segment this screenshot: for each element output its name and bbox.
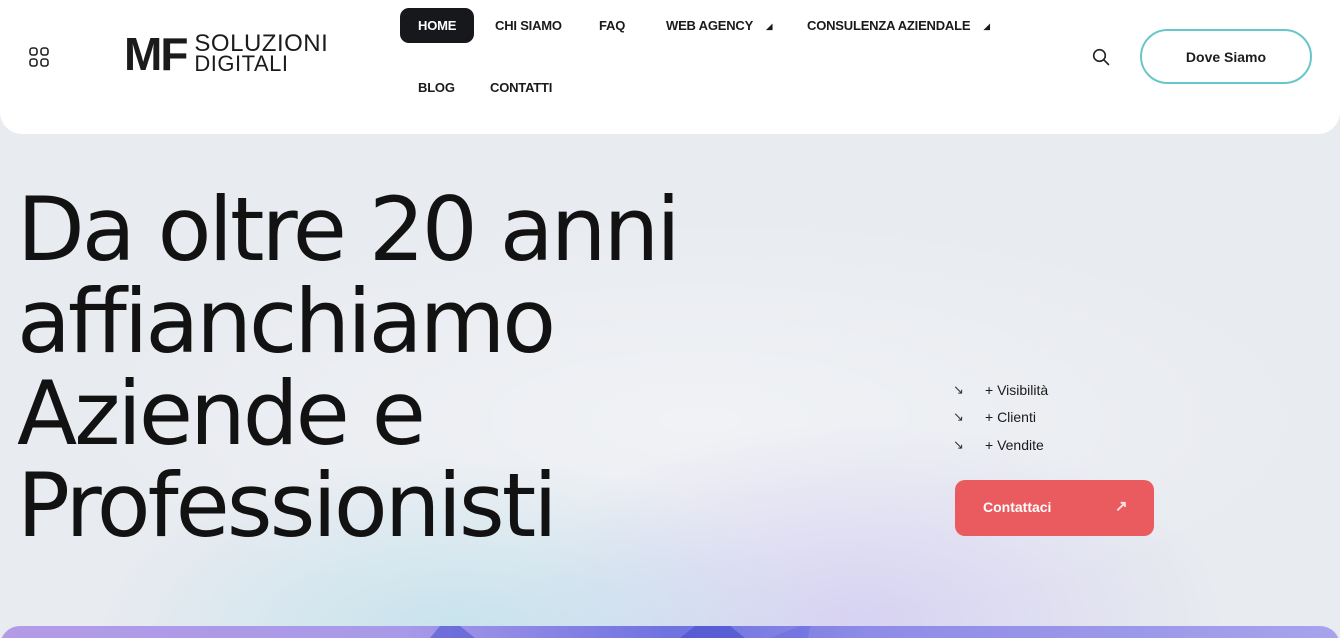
nav-label: CHI SIAMO xyxy=(495,18,562,33)
caret-down-icon: ◢ xyxy=(983,22,990,32)
nav-item-contatti[interactable]: CONTATTI xyxy=(490,80,552,95)
benefit-list: ↘ + Visibilità ↘ + Clienti ↘ + Vendite xyxy=(953,376,1048,459)
nav-label: BLOG xyxy=(418,80,455,95)
nav-label: WEB AGENCY xyxy=(666,18,753,33)
search-icon[interactable] xyxy=(1092,48,1110,66)
nav-item-web-agency[interactable]: WEB AGENCY ◢ xyxy=(666,18,772,33)
contattaci-label: Contattaci xyxy=(983,499,1052,515)
hero-title: Da oltre 20 anni affianchiamo Aziende e … xyxy=(17,184,777,552)
grid-menu-icon[interactable] xyxy=(29,47,49,67)
nav-item-blog[interactable]: BLOG xyxy=(418,80,455,95)
benefit-item: ↘ + Visibilità xyxy=(953,376,1048,404)
nav-label: FAQ xyxy=(599,18,626,33)
logo-line-2: DIGITALI xyxy=(194,51,289,76)
main-nav: HOME CHI SIAMO FAQ WEB AGENCY ◢ CONSULEN… xyxy=(400,8,1040,108)
logo-mark: MF xyxy=(124,28,188,80)
nav-label: HOME xyxy=(418,18,457,33)
arrow-down-right-icon: ↘ xyxy=(953,436,964,452)
benefit-item: ↘ + Vendite xyxy=(953,431,1048,459)
site-header: MF SOLUZIONI DIGITALI HOME CHI SIAMO FAQ… xyxy=(0,0,1340,134)
nav-item-faq[interactable]: FAQ xyxy=(599,18,625,33)
nav-item-consulenza-aziendale[interactable]: CONSULENZA AZIENDALE ◢ xyxy=(807,18,990,33)
benefit-label: + Clienti xyxy=(985,409,1036,426)
hero-title-line: Da oltre 20 anni xyxy=(17,178,681,281)
hero-title-line: Professionisti xyxy=(17,454,558,557)
caret-down-icon: ◢ xyxy=(766,22,773,32)
benefit-label: + Vendite xyxy=(985,436,1044,453)
contattaci-button[interactable]: Contattaci ↗ xyxy=(955,480,1154,536)
arrow-down-right-icon: ↘ xyxy=(953,409,964,425)
hero-title-line: Aziende e xyxy=(17,362,426,465)
arrow-up-right-icon: ↗ xyxy=(1115,498,1128,515)
nav-label: CONTATTI xyxy=(490,80,553,95)
site-logo[interactable]: MF SOLUZIONI DIGITALI xyxy=(124,28,328,80)
nav-item-chi-siamo[interactable]: CHI SIAMO xyxy=(495,18,562,33)
nav-label: CONSULENZA AZIENDALE xyxy=(807,18,971,33)
abstract-shape-decoration xyxy=(430,626,810,638)
dove-siamo-button[interactable]: Dove Siamo xyxy=(1140,29,1312,84)
logo-text: SOLUZIONI DIGITALI xyxy=(194,32,328,76)
benefit-label: + Visibilità xyxy=(985,381,1049,398)
arrow-down-right-icon: ↘ xyxy=(953,381,964,397)
benefit-item: ↘ + Clienti xyxy=(953,404,1048,432)
nav-item-home[interactable]: HOME xyxy=(400,8,475,43)
dove-siamo-label: Dove Siamo xyxy=(1185,48,1267,65)
hero-title-line: affianchiamo xyxy=(17,270,556,373)
